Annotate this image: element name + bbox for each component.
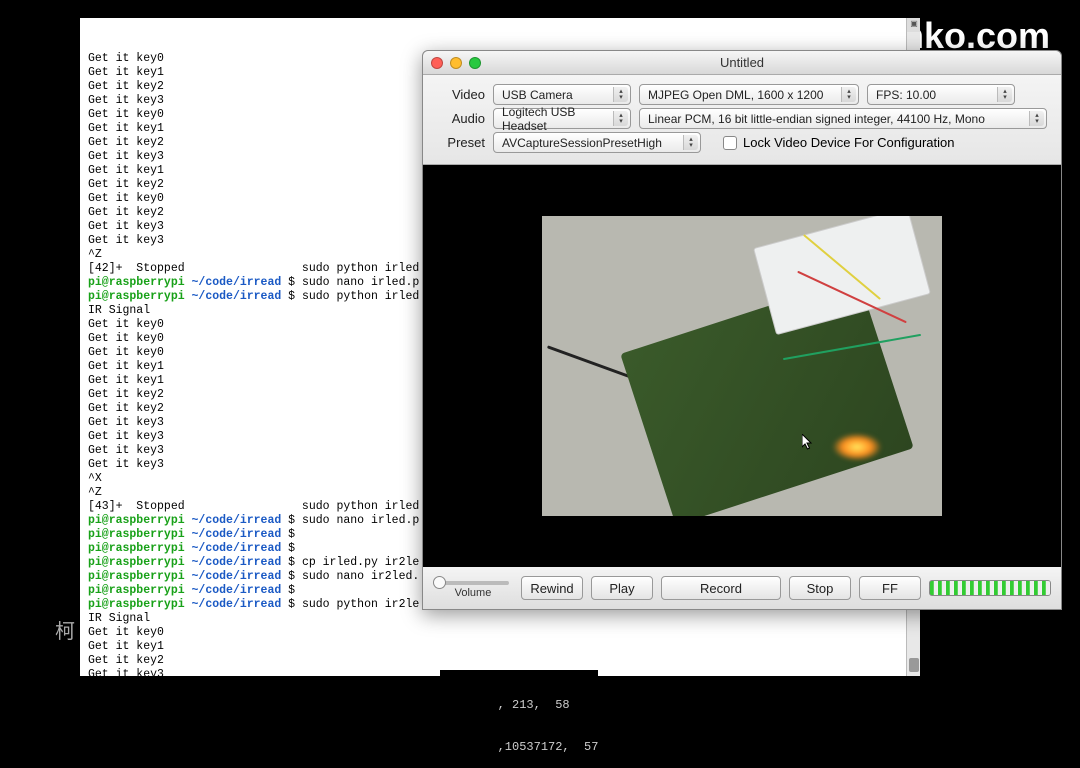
video-label: Video [437, 87, 485, 102]
terminal-line: Get it key2 [88, 654, 912, 668]
window-title: Untitled [720, 55, 764, 70]
preset-label: Preset [437, 135, 485, 150]
close-icon[interactable] [431, 57, 443, 69]
video-feed [542, 216, 942, 516]
zoom-icon[interactable] [469, 57, 481, 69]
preset-select[interactable]: AVCaptureSessionPresetHigh▴▾ [493, 132, 701, 153]
raspberry-pi-board [620, 277, 913, 516]
bg-line-2: ,10537172, 57 [440, 740, 598, 754]
background-terminal: , 213, 58 ,10537172, 57 [440, 670, 598, 768]
volume-thumb[interactable] [433, 576, 446, 589]
video-format-select[interactable]: MJPEG Open DML, 1600 x 1200▴▾ [639, 84, 859, 105]
bg-line-1: , 213, 58 [440, 698, 598, 712]
video-preview-area [423, 165, 1061, 567]
audio-label: Audio [437, 111, 485, 126]
lock-device-label: Lock Video Device For Configuration [743, 135, 955, 150]
terminal-line: Get it key0 [88, 626, 912, 640]
video-device-select[interactable]: USB Camera▴▾ [493, 84, 631, 105]
minimize-icon[interactable] [450, 57, 462, 69]
audio-device-select[interactable]: Logitech USB Headset▴▾ [493, 108, 631, 129]
lock-device-checkbox[interactable] [723, 136, 737, 150]
scroll-up-icon[interactable]: ▣ [907, 18, 920, 32]
ff-button[interactable]: FF [859, 576, 921, 600]
scroll-thumb[interactable] [909, 658, 919, 672]
volume-slider[interactable] [437, 581, 509, 585]
audio-format-select[interactable]: Linear PCM, 16 bit little-endian signed … [639, 108, 1047, 129]
led-glow [832, 433, 882, 461]
transport-bar: Volume Rewind Play Record Stop FF [423, 567, 1061, 609]
titlebar[interactable]: Untitled [423, 51, 1061, 75]
stop-button[interactable]: Stop [789, 576, 851, 600]
capture-window: Untitled Video USB Camera▴▾ MJPEG Open D… [422, 50, 1062, 610]
fps-select[interactable]: FPS: 10.00▴▾ [867, 84, 1015, 105]
rewind-button[interactable]: Rewind [521, 576, 583, 600]
audio-level-meter [929, 580, 1051, 596]
terminal-line: Get it key1 [88, 640, 912, 654]
terminal-line: IR Signal [88, 612, 912, 626]
breadboard [753, 216, 931, 335]
record-button[interactable]: Record [661, 576, 781, 600]
control-panel: Video USB Camera▴▾ MJPEG Open DML, 1600 … [423, 75, 1061, 165]
volume-label: Volume [455, 587, 492, 599]
play-button[interactable]: Play [591, 576, 653, 600]
watermark-left: 柯 [55, 615, 75, 644]
